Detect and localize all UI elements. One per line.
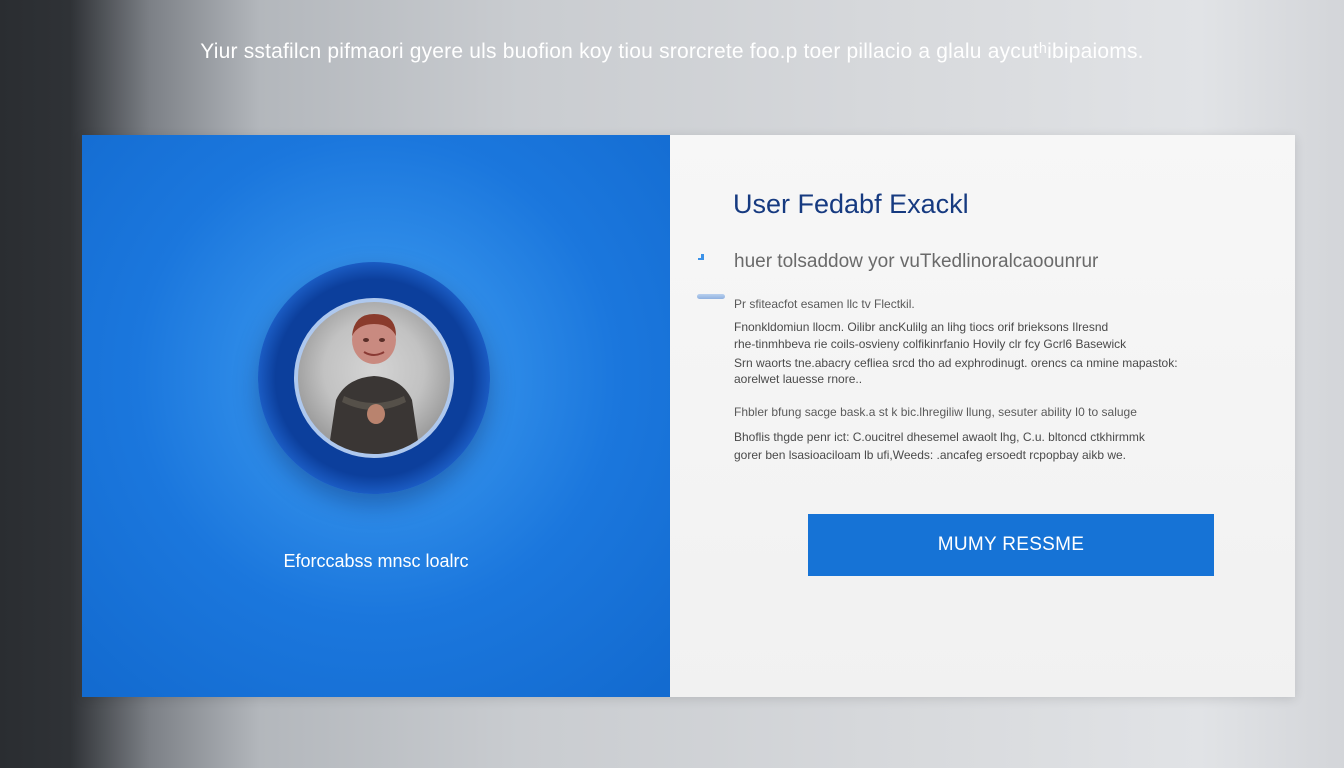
- avatar: [294, 298, 454, 458]
- paragraph-line: Bhoflis thgde penr ict: C.oucitrel dhese…: [734, 430, 1145, 444]
- top-banner-text: Yiur sstafilcn pifmaori gyere uls buofio…: [200, 40, 1144, 63]
- feedback-card: Eforccabss mnsc loalrc User Fedabf Exack…: [82, 135, 1295, 697]
- paragraph-line: Srn waorts tne.abacry cefliea srcd tho a…: [734, 356, 1178, 370]
- paragraph-line: Pr sfiteacfot esamen llc tv Flectkil.: [734, 297, 915, 311]
- avatar-ring: [258, 262, 490, 494]
- resume-button[interactable]: MUMY RESSME: [808, 514, 1214, 576]
- bullet-dot-icon: [698, 254, 704, 260]
- paragraph-line: gorer ben lsasioaciloam lb ufi,Weeds: .a…: [734, 448, 1126, 462]
- left-panel: Eforccabss mnsc loalrc: [82, 135, 670, 697]
- paragraph-line: aorelwet lauesse rnore..: [734, 372, 863, 386]
- paragraph-line: rhe-tinmhbeva rie coils-osvieny colfikin…: [734, 337, 1127, 351]
- user-avatar-icon: [328, 314, 420, 454]
- right-panel: User Fedabf Exackl huer tolsaddow yor vu…: [670, 135, 1295, 697]
- paragraph-line: Fhbler bfung sacge bask.a st k bic.lhreg…: [734, 405, 1137, 419]
- left-caption: Eforccabss mnsc loalrc: [283, 551, 469, 571]
- paragraph-line: Fnonkldomiun llocm. Oilibr ancKulilg an …: [734, 320, 1109, 334]
- page-title: User Fedabf Exackl: [733, 189, 969, 219]
- bar-icon: [697, 294, 725, 299]
- subtitle: huer tolsaddow yor vuTkedlinoralcaoounru…: [734, 251, 1099, 272]
